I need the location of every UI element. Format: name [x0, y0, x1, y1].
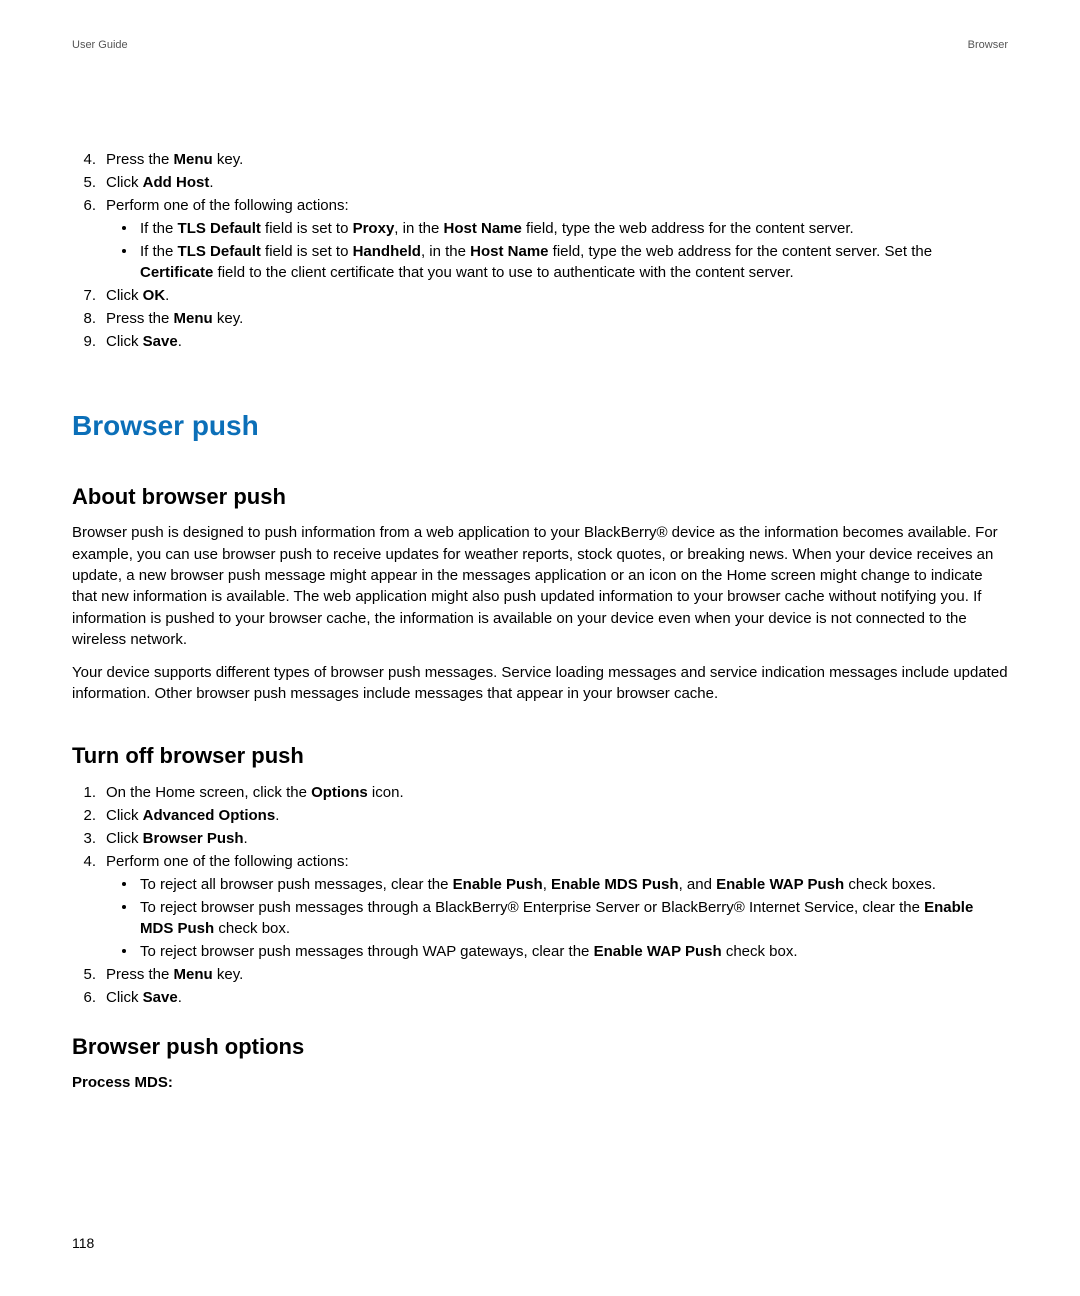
subheading-about: About browser push: [72, 482, 1008, 513]
bullet: To reject browser push messages through …: [118, 941, 1008, 962]
step-number: 1.: [72, 782, 96, 803]
header-left: User Guide: [72, 38, 128, 53]
turnoff-step-5: 5. Press the Menu key.: [72, 964, 1008, 985]
step-8: 8. Press the Menu key.: [72, 308, 1008, 329]
bullet-icon: [122, 882, 126, 886]
step-text: Click Save.: [106, 333, 182, 350]
step-number: 6.: [72, 195, 96, 216]
page-header: User Guide Browser: [72, 38, 1008, 53]
step-number: 4.: [72, 149, 96, 170]
step-7: 7. Click OK.: [72, 285, 1008, 306]
step-9: 9. Click Save.: [72, 331, 1008, 352]
page: User Guide Browser 4. Press the Menu key…: [0, 0, 1080, 1296]
bullet: If the TLS Default field is set to Handh…: [118, 241, 1008, 283]
turnoff-step-3: 3. Click Browser Push.: [72, 828, 1008, 849]
bullet: To reject browser push messages through …: [118, 897, 1008, 939]
turnoff-steps: 1. On the Home screen, click the Options…: [72, 782, 1008, 1008]
step-text: Perform one of the following actions:: [106, 853, 349, 870]
bullet-text: To reject browser push messages through …: [140, 943, 798, 960]
turnoff-step-4: 4. Perform one of the following actions:…: [72, 851, 1008, 962]
step-text: Click Add Host.: [106, 174, 214, 191]
step-text: Click Browser Push.: [106, 830, 248, 847]
subheading-options: Browser push options: [72, 1032, 1008, 1063]
subheading-turnoff: Turn off browser push: [72, 741, 1008, 772]
step-text: On the Home screen, click the Options ic…: [106, 784, 404, 801]
bullet-icon: [122, 226, 126, 230]
step-text: Click Advanced Options.: [106, 807, 279, 824]
option-process-mds: Process MDS:: [72, 1072, 1008, 1093]
step-text: Click OK.: [106, 287, 169, 304]
bullet-icon: [122, 249, 126, 253]
steps-continued: 4. Press the Menu key. 5. Click Add Host…: [72, 149, 1008, 352]
bullet-text: To reject all browser push messages, cle…: [140, 876, 936, 893]
step-number: 9.: [72, 331, 96, 352]
turnoff-step-1: 1. On the Home screen, click the Options…: [72, 782, 1008, 803]
step-number: 5.: [72, 964, 96, 985]
step-number: 6.: [72, 987, 96, 1008]
step-4: 4. Press the Menu key.: [72, 149, 1008, 170]
bullet-icon: [122, 949, 126, 953]
step-5: 5. Click Add Host.: [72, 172, 1008, 193]
bullet-text: To reject browser push messages through …: [140, 899, 973, 937]
bullet-icon: [122, 905, 126, 909]
turnoff-bullets: To reject all browser push messages, cle…: [118, 874, 1008, 962]
bullet-text: If the TLS Default field is set to Proxy…: [140, 220, 854, 237]
bullet: To reject all browser push messages, cle…: [118, 874, 1008, 895]
step-number: 4.: [72, 851, 96, 872]
step-6-bullets: If the TLS Default field is set to Proxy…: [118, 218, 1008, 283]
step-number: 2.: [72, 805, 96, 826]
step-number: 5.: [72, 172, 96, 193]
step-number: 8.: [72, 308, 96, 329]
turnoff-step-2: 2. Click Advanced Options.: [72, 805, 1008, 826]
page-number: 118: [72, 1234, 94, 1254]
bullet: If the TLS Default field is set to Proxy…: [118, 218, 1008, 239]
about-para-2: Your device supports different types of …: [72, 662, 1008, 705]
bullet-text: If the TLS Default field is set to Handh…: [140, 243, 932, 281]
step-text: Press the Menu key.: [106, 151, 243, 168]
step-text: Perform one of the following actions:: [106, 197, 349, 214]
step-number: 3.: [72, 828, 96, 849]
header-right: Browser: [968, 38, 1008, 53]
turnoff-step-6: 6. Click Save.: [72, 987, 1008, 1008]
about-para-1: Browser push is designed to push informa…: [72, 522, 1008, 650]
step-6: 6. Perform one of the following actions:…: [72, 195, 1008, 283]
section-heading-browser-push: Browser push: [72, 406, 1008, 445]
step-text: Press the Menu key.: [106, 310, 243, 327]
step-text: Press the Menu key.: [106, 966, 243, 983]
step-text: Click Save.: [106, 989, 182, 1006]
step-number: 7.: [72, 285, 96, 306]
